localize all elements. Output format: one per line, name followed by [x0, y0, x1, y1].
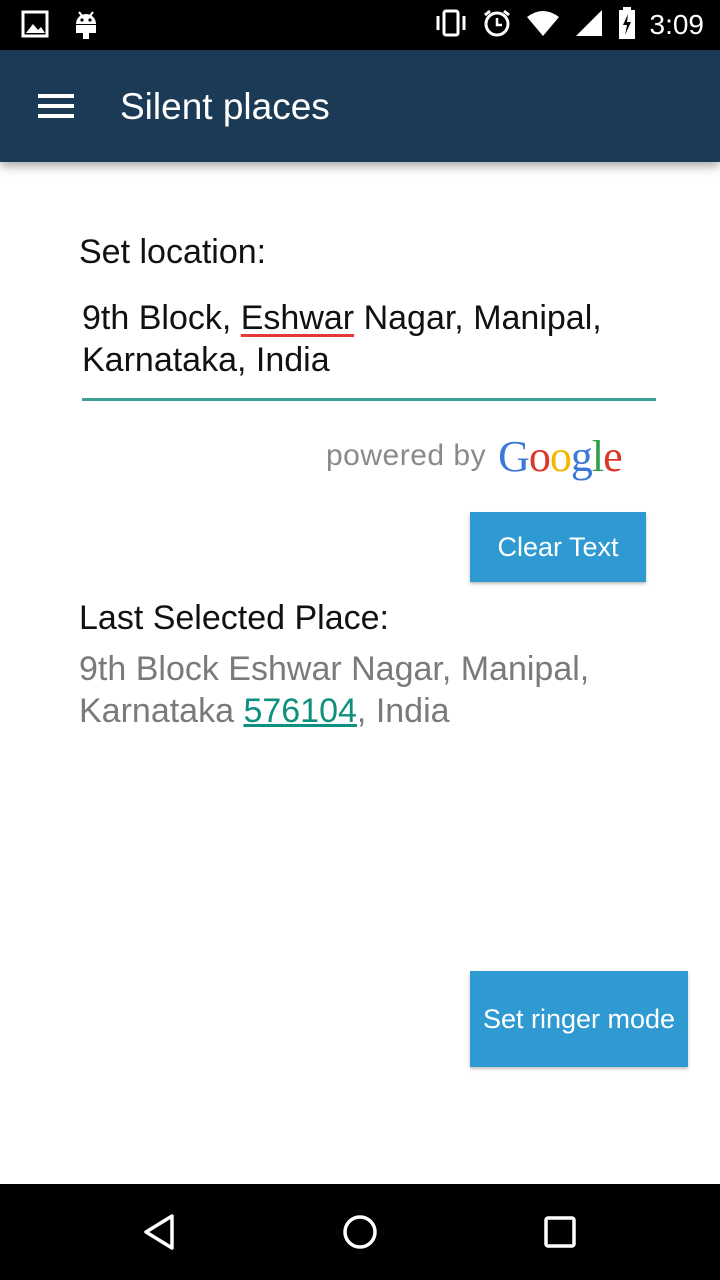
- hamburger-menu-icon[interactable]: [26, 80, 86, 132]
- location-input[interactable]: 9th Block, Eshwar Nagar, Manipal, Karnat…: [82, 297, 656, 401]
- last-selected-label: Last Selected Place:: [79, 599, 389, 637]
- battery-charging-icon: [618, 6, 636, 44]
- home-icon[interactable]: [330, 1202, 390, 1262]
- navigation-bar: [0, 1184, 720, 1280]
- postal-code-link[interactable]: 576104: [243, 692, 356, 730]
- last-selected-country: , India: [356, 692, 450, 730]
- clear-text-button[interactable]: Clear Text: [470, 512, 646, 582]
- location-input-misspelled-word: Eshwar: [240, 299, 355, 337]
- status-bar: 3:09: [0, 0, 720, 50]
- wifi-icon: [526, 9, 560, 42]
- recents-icon[interactable]: [530, 1202, 590, 1262]
- powered-by-google: powered by Google: [326, 428, 623, 484]
- set-location-label: Set location:: [79, 233, 267, 271]
- set-ringer-mode-button[interactable]: Set ringer mode: [470, 971, 688, 1067]
- back-icon[interactable]: [130, 1202, 190, 1262]
- google-logo: Google: [498, 431, 623, 481]
- vibrate-icon: [434, 8, 468, 43]
- status-time: 3:09: [649, 9, 705, 40]
- android-icon: [72, 8, 100, 45]
- image-icon: [20, 9, 50, 44]
- location-input-text-part1: 9th Block,: [82, 299, 241, 337]
- signal-icon: [574, 8, 604, 43]
- app-title: Silent places: [120, 86, 330, 127]
- app-bar: Silent places: [0, 50, 720, 162]
- powered-by-text: powered by: [326, 439, 487, 472]
- alarm-icon: [482, 8, 512, 43]
- last-selected-value: 9th Block Eshwar Nagar, Manipal, Karnata…: [79, 648, 679, 732]
